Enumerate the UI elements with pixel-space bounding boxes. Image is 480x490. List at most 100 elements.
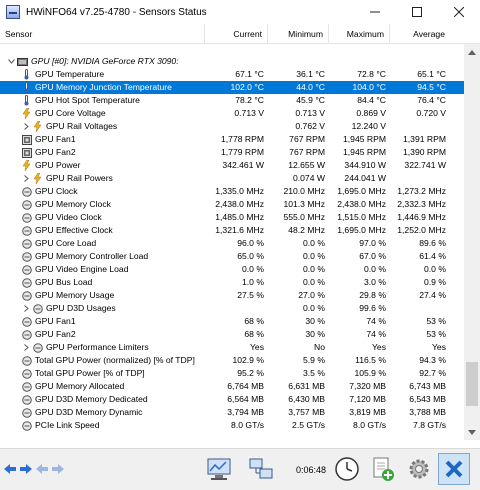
clock-gauge-icon (21, 355, 32, 366)
sensor-row[interactable]: GPU Temperature 67.1 °C 36.1 °C 72.8 °C 65.1… (0, 68, 464, 81)
value-average (390, 172, 450, 185)
header-sensor[interactable]: Sensor (0, 24, 205, 44)
sensor-label: GPU Fan2 (35, 147, 76, 157)
clock-icon (335, 457, 359, 481)
expand-arrow-icon[interactable] (21, 172, 31, 185)
sensor-row[interactable]: GPU Memory Clock 2,438.0 MHz 101.3 MHz 2,43… (0, 198, 464, 211)
value-maximum (329, 55, 390, 68)
value-minimum: 27.0 % (298, 290, 325, 300)
vertical-scrollbar[interactable] (464, 44, 480, 440)
sensor-row[interactable]: GPU Power 342.461 W 12.655 W 344.910 W 322.7… (0, 159, 464, 172)
sensor-row[interactable]: PCIe Link Speed 8.0 GT/s 2.5 GT/s 8.0 GT/s 7… (0, 419, 464, 432)
value-maximum: 104.0 °C (352, 82, 386, 92)
sensor-label: Total GPU Power [% of TDP] (35, 368, 145, 378)
minimize-button[interactable] (354, 0, 396, 24)
sensor-row[interactable]: GPU Bus Load 1.0 % 0.0 % 3.0 % 0.9 % (0, 276, 464, 289)
value-current: 1,485.0 MHz (215, 212, 264, 222)
nav-arrows-button[interactable] (3, 454, 33, 484)
sensor-row[interactable]: GPU Fan1 68 % 30 % 74 % 53 % (0, 315, 464, 328)
sensor-row[interactable]: GPU Clock 1,335.0 MHz 210.0 MHz 1,695.0 MHz… (0, 185, 464, 198)
sensor-label: GPU Power (35, 160, 81, 170)
header-minimum[interactable]: Minimum (268, 24, 329, 44)
collapse-arrow-icon[interactable] (6, 55, 16, 68)
clock-button[interactable] (332, 454, 362, 484)
value-maximum: 3,819 MB (349, 407, 386, 417)
sensor-row[interactable]: GPU Video Engine Load 0.0 % 0.0 % 0.0 % 0.0 … (0, 263, 464, 276)
header-maximum[interactable]: Maximum (329, 24, 390, 44)
sensor-row[interactable]: GPU Fan2 1,779 RPM 767 RPM 1,945 RPM 1,390 R… (0, 146, 464, 159)
add-sheet-button[interactable] (368, 454, 398, 484)
clock-gauge-icon (21, 329, 32, 340)
sensor-name-cell: GPU Effective Clock (0, 224, 113, 237)
value-maximum: 84.4 °C (357, 95, 386, 105)
sensor-row[interactable]: GPU Fan2 68 % 30 % 74 % 53 % (0, 328, 464, 341)
value-minimum: 767 RPM (289, 147, 325, 157)
sensor-row[interactable]: GPU Memory Junction Temperature 102.0 °C 4… (0, 81, 464, 94)
sensor-row[interactable]: GPU Fan1 1,778 RPM 767 RPM 1,945 RPM 1,391 R… (0, 133, 464, 146)
monitor-button[interactable] (204, 454, 234, 484)
close-window-button[interactable] (438, 0, 480, 24)
sensor-label: GPU Fan1 (35, 134, 76, 144)
settings-button[interactable] (404, 454, 434, 484)
nav-arrows-dim-button[interactable] (35, 454, 65, 484)
value-minimum: 0.0 % (303, 238, 325, 248)
sensor-row[interactable]: GPU Hot Spot Temperature 78.2 °C 45.9 °C 84… (0, 94, 464, 107)
sensor-row[interactable]: GPU D3D Memory Dedicated 6,564 MB 6,430 MB… (0, 393, 464, 406)
sensor-row[interactable]: GPU Performance Limiters Yes No Yes Yes (0, 341, 464, 354)
sensor-row[interactable]: GPU Memory Usage 27.5 % 27.0 % 29.8 % 27.4 % (0, 289, 464, 302)
sensor-row[interactable]: GPU Rail Voltages 0.762 V 12.240 V (0, 120, 464, 133)
value-average (390, 55, 450, 68)
value-current: 27.5 % (237, 290, 264, 300)
header-current[interactable]: Current (205, 24, 268, 44)
header-average[interactable]: Average (390, 24, 450, 44)
sensor-row[interactable]: GPU Video Clock 1,485.0 MHz 555.0 MHz 1,515… (0, 211, 464, 224)
fan-icon (21, 134, 32, 145)
minimize-icon (370, 11, 380, 13)
sensor-name-cell: GPU [#0]: NVIDIA GeForce RTX 3090: (0, 55, 179, 68)
value-current (205, 120, 268, 133)
sensor-label: GPU Memory Usage (35, 290, 115, 300)
value-average: 53 % (426, 316, 446, 326)
sensor-row[interactable]: GPU Memory Allocated 6,764 MB 6,631 MB 7,32… (0, 380, 464, 393)
value-average: 0.0 % (424, 264, 446, 274)
scroll-down-arrow-icon[interactable] (464, 424, 480, 440)
value-average: 94.5 °C (417, 82, 446, 92)
sensor-row[interactable]: GPU Core Voltage 0.713 V 0.713 V 0.869 V 0.7… (0, 107, 464, 120)
sensor-label: GPU Effective Clock (35, 225, 113, 235)
close-sensors-button[interactable] (438, 453, 470, 485)
sensor-row[interactable]: GPU Memory Controller Load 65.0 % 0.0 % 67.… (0, 250, 464, 263)
network-button[interactable] (246, 454, 276, 484)
sensor-name-cell: GPU Video Engine Load (0, 263, 129, 276)
sensor-label: GPU Hot Spot Temperature (35, 95, 140, 105)
value-average: 7.8 GT/s (413, 420, 446, 430)
value-maximum: 1,695.0 MHz (337, 225, 386, 235)
sensor-row[interactable]: GPU D3D Memory Dynamic 3,794 MB 3,757 MB 3,… (0, 406, 464, 419)
sensor-group-row[interactable]: GPU [#0]: NVIDIA GeForce RTX 3090: (0, 55, 464, 68)
sensor-row[interactable]: GPU Core Load 96.0 % 0.0 % 97.0 % 89.6 % (0, 237, 464, 250)
scroll-thumb[interactable] (466, 362, 478, 406)
value-minimum: 0.074 W (292, 173, 325, 183)
value-minimum: 767 RPM (289, 134, 325, 144)
value-current (205, 55, 268, 68)
expand-arrow-icon[interactable] (21, 120, 31, 133)
value-minimum: 48.2 MHz (288, 225, 325, 235)
sensor-row[interactable]: GPU Effective Clock 1,321.6 MHz 48.2 MHz 1,… (0, 224, 464, 237)
value-minimum: 0.713 V (295, 108, 325, 118)
value-current: 102.0 °C (230, 82, 264, 92)
scroll-up-arrow-icon[interactable] (464, 44, 480, 60)
maximize-button[interactable] (396, 0, 438, 24)
value-current: 68 % (244, 316, 264, 326)
sensor-row[interactable]: Total GPU Power [% of TDP] 95.2 % 3.5 % 105… (0, 367, 464, 380)
clock-gauge-icon (21, 394, 32, 405)
sensor-row[interactable]: GPU D3D Usages 0.0 % 99.6 % (0, 302, 464, 315)
sensor-name-cell: GPU Power (0, 159, 80, 172)
value-average: 76.4 °C (417, 95, 446, 105)
value-average: 6,743 MB (409, 381, 446, 391)
value-average: 0.9 % (424, 277, 446, 287)
value-current: 1,335.0 MHz (215, 186, 264, 196)
sensor-row[interactable]: Total GPU Power (normalized) [% of TDP] 1… (0, 354, 464, 367)
sensor-row[interactable]: GPU Rail Powers 0.074 W 244.041 W (0, 172, 464, 185)
value-current: 1,321.6 MHz (215, 225, 264, 235)
expand-arrow-icon[interactable] (21, 302, 31, 315)
expand-arrow-icon[interactable] (21, 341, 31, 354)
